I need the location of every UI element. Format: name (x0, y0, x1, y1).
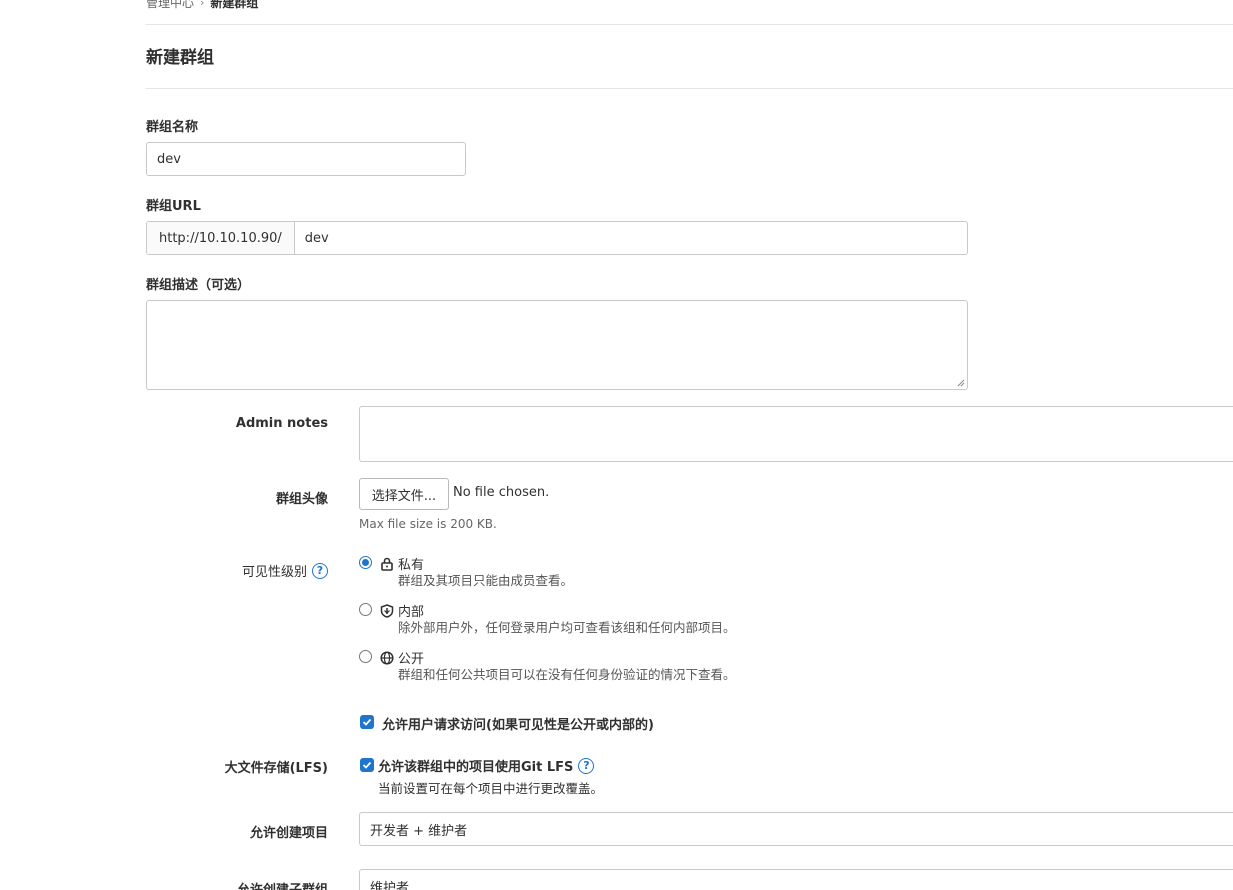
group-url-path-value: dev (304, 230, 329, 246)
file-status: No file chosen. (453, 485, 550, 500)
file-size-hint: Max file size is 200 KB. (359, 517, 497, 531)
request-access-label[interactable]: 允许用户请求访问(如果可见性是公开或内部的) (382, 714, 654, 733)
visibility-private-desc: 群组及其项目只能由成员查看。 (398, 573, 574, 588)
resize-handle-icon[interactable] (957, 379, 965, 387)
visibility-public-desc: 群组和任何公共项目可以在没有任何身份验证的情况下查看。 (398, 667, 736, 682)
group-description-textarea[interactable] (146, 300, 968, 390)
checkmark-icon (362, 761, 372, 769)
group-name-value: dev (157, 151, 181, 167)
lfs-checkbox-label[interactable]: 允许该群组中的项目使用Git LFS (378, 756, 573, 775)
project-creation-label: 允许创建项目 (249, 826, 328, 841)
help-icon[interactable]: ? (578, 757, 595, 774)
breadcrumb-current: 新建群组 (210, 0, 259, 10)
group-url-path-input[interactable]: dev (295, 222, 967, 254)
visibility-label-row: 可见性级别 ? (146, 561, 328, 580)
page-title: 新建群组 (146, 48, 214, 68)
group-description-label: 群组描述（可选） (146, 278, 251, 293)
request-access-checkbox[interactable] (360, 715, 374, 729)
checkmark-icon (362, 718, 372, 726)
visibility-label: 可见性级别 (241, 565, 307, 580)
lfs-hint: 当前设置可在每个项目中进行更改覆盖。 (378, 781, 604, 796)
globe-icon (380, 650, 394, 665)
lfs-checkbox-row: 允许该群组中的项目使用Git LFS ? (378, 756, 595, 775)
breadcrumb-separator: › (200, 0, 205, 9)
subgroup-creation-select[interactable]: 维护者 (359, 869, 1233, 890)
lock-icon (381, 557, 393, 571)
group-url-label: 群组URL (146, 199, 201, 214)
choose-file-button[interactable]: 选择文件... (359, 478, 449, 510)
visibility-internal-radio[interactable] (359, 603, 372, 616)
visibility-internal-desc: 除外部用户外，任何登录用户均可查看该组和任何内部项目。 (398, 620, 736, 635)
avatar-label: 群组头像 (275, 492, 328, 507)
project-creation-value: 开发者 + 维护者 (370, 823, 468, 839)
lfs-checkbox[interactable] (360, 758, 374, 772)
breadcrumb-parent-link[interactable]: 管理中心 (146, 0, 194, 11)
breadcrumb: 管理中心 › 新建群组 (146, 0, 258, 10)
lfs-label: 大文件存储(LFS) (224, 761, 328, 776)
admin-notes-textarea[interactable] (359, 406, 1233, 462)
divider (146, 24, 1233, 25)
admin-notes-label: Admin notes (235, 416, 328, 431)
visibility-public-radio[interactable] (359, 650, 372, 663)
group-name-input[interactable]: dev (146, 142, 466, 176)
subgroup-creation-value: 维护者 (370, 880, 410, 890)
shield-icon (380, 603, 394, 618)
project-creation-select[interactable]: 开发者 + 维护者 (359, 812, 1233, 846)
group-url-field: http://10.10.10.90/ dev (146, 221, 968, 255)
group-url-prefix: http://10.10.10.90/ (147, 222, 295, 254)
subgroup-creation-label: 允许创建子群组 (146, 879, 328, 890)
visibility-private-radio[interactable] (359, 556, 372, 569)
divider (146, 88, 1233, 89)
help-icon[interactable]: ? (312, 562, 328, 579)
group-name-label: 群组名称 (146, 120, 199, 135)
